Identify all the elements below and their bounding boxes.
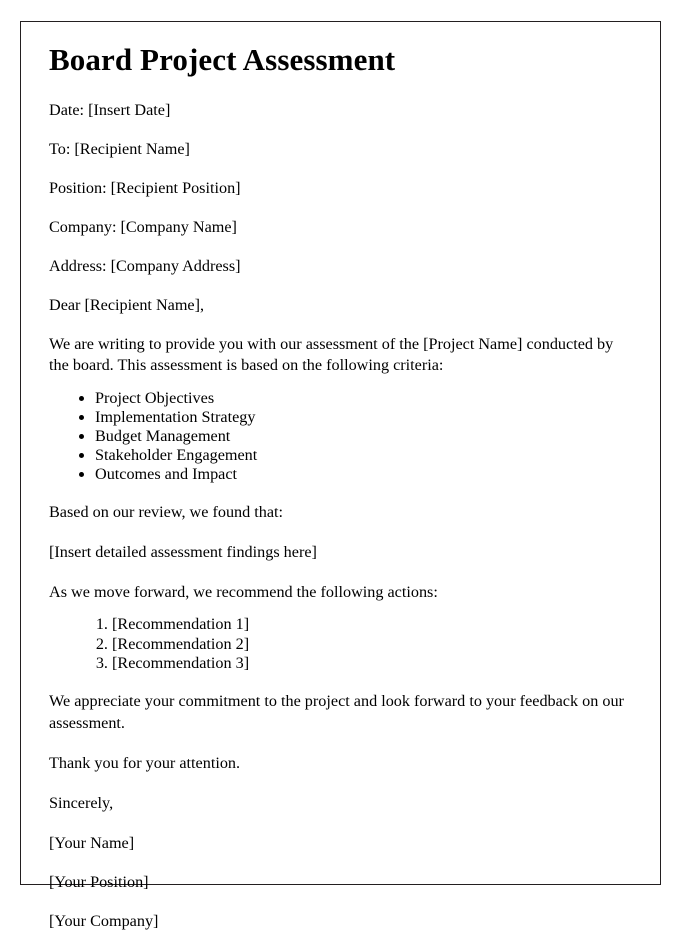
- field-company-address: Address: [Company Address]: [49, 256, 241, 275]
- salutation-line: Dear [Recipient Name],: [49, 295, 205, 314]
- list-item: [Recommendation 3]: [112, 654, 633, 673]
- criteria-list: Project Objectives Implementation Strate…: [49, 389, 633, 484]
- signature-company: [Your Company]: [49, 911, 159, 930]
- list-item: [Recommendation 2]: [112, 635, 633, 654]
- intro-paragraph: We are writing to provide you with our a…: [49, 334, 614, 375]
- recommendation-list: [Recommendation 1] [Recommendation 2] [R…: [49, 615, 633, 672]
- field-recipient-name: To: [Recipient Name]: [49, 140, 190, 158]
- field-company-name: Company: [Company Name]: [49, 217, 237, 236]
- recommendations-intro-paragraph: As we move forward, we recommend the fol…: [49, 582, 438, 601]
- document-page-border: Board Project Assessment Date: [Insert D…: [20, 21, 661, 930]
- field-recipient-position: Position: [Recipient Position]: [49, 178, 241, 197]
- list-item: Budget Management: [95, 427, 633, 446]
- list-item: [Recommendation 1]: [112, 615, 633, 634]
- list-item: Outcomes and Impact: [95, 465, 633, 484]
- appreciation-paragraph: We appreciate your commitment to the pro…: [49, 692, 624, 732]
- document-content: Board Project Assessment Date: [Insert D…: [49, 42, 633, 950]
- findings-placeholder: [Insert detailed assessment findings her…: [49, 542, 317, 561]
- list-item: Implementation Strategy: [95, 408, 633, 427]
- field-date: Date: [Insert Date]: [49, 101, 171, 120]
- findings-intro-paragraph: Based on our review, we found that:: [49, 502, 284, 521]
- signature-name: [Your Name]: [49, 833, 135, 852]
- list-item: Stakeholder Engagement: [95, 446, 633, 465]
- list-item: Project Objectives: [95, 389, 633, 408]
- thanks-paragraph: Thank you for your attention.: [49, 753, 241, 772]
- signature-position: [Your Position]: [49, 872, 149, 891]
- closing-line: Sincerely,: [49, 793, 114, 812]
- page-title: Board Project Assessment: [49, 42, 396, 77]
